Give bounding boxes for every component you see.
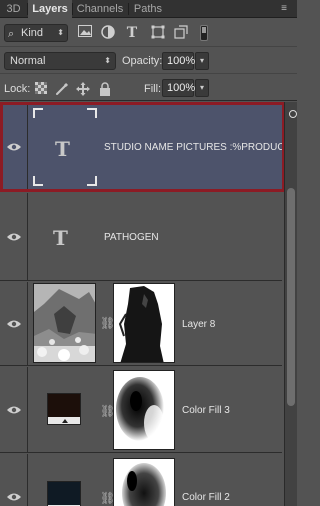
scrollbar-thumb[interactable] <box>287 188 295 406</box>
layer-name[interactable]: PATHOGEN <box>104 232 159 243</box>
layer-name[interactable]: Color Fill 3 <box>182 405 230 416</box>
updown-arrows-icon: ⬍ <box>57 28 64 37</box>
layers-scrollbar[interactable] <box>284 102 297 506</box>
eye-icon <box>7 320 21 328</box>
fill-label: Fill: <box>144 83 162 95</box>
smart-object-filter-icon[interactable] <box>173 25 189 41</box>
filter-toggle-switch[interactable] <box>200 25 208 41</box>
layer-mask-thumbnail[interactable] <box>113 370 175 450</box>
fill-dropdown-button[interactable]: ▾ <box>195 79 209 97</box>
lock-options-bar: Lock: Fill: 100% ▾ <box>0 75 297 101</box>
layer-row-studio-name[interactable]: T STUDIO NAME PICTURES :%PRODUC... <box>0 102 293 192</box>
layer-filter-bar: ⌕ Kind ⬍ T <box>0 19 297 47</box>
eye-icon <box>7 493 21 501</box>
blend-mode-select[interactable]: Normal ⬍ <box>4 52 116 70</box>
pixel-filter-icon[interactable] <box>77 25 93 41</box>
layers-list: T STUDIO NAME PICTURES :%PRODUC... T PAT… <box>0 102 293 506</box>
eye-icon <box>7 406 21 414</box>
lock-label: Lock: <box>4 83 31 95</box>
opacity-label: Opacity: <box>122 55 163 67</box>
opacity-dropdown-button[interactable]: ▾ <box>195 52 209 70</box>
search-icon: ⌕ <box>8 28 15 40</box>
layer-thumbnail[interactable] <box>33 283 96 363</box>
link-icon[interactable]: ⛓ <box>100 403 115 419</box>
layer-mask-thumbnail[interactable] <box>113 283 175 363</box>
panel-tab-bar: 3D Layers Channels Paths ≡ <box>0 0 297 18</box>
opacity-input[interactable]: 100% <box>162 52 195 70</box>
layers-panel: 3D Layers Channels Paths ≡ ⌕ Kind ⬍ T No… <box>0 0 297 506</box>
lock-position-icon[interactable] <box>76 82 90 96</box>
type-layer-icon: T <box>53 226 68 250</box>
eye-icon <box>7 143 21 151</box>
panel-menu-icon[interactable]: ≡ <box>277 2 291 16</box>
eye-icon <box>7 233 21 241</box>
visibility-toggle[interactable] <box>0 367 28 452</box>
layer-row-color-fill-3[interactable]: ⛓ Color Fill 3 <box>0 367 282 453</box>
adjustment-filter-icon[interactable] <box>100 25 116 41</box>
tab-layers[interactable]: Layers <box>28 0 72 18</box>
fill-input[interactable]: 100% <box>162 79 195 97</box>
blend-mode-value: Normal <box>10 55 46 67</box>
visibility-toggle[interactable] <box>0 102 28 191</box>
link-icon[interactable]: ⛓ <box>100 315 115 331</box>
visibility-toggle[interactable] <box>0 454 28 506</box>
filter-kind-select[interactable]: ⌕ Kind ⬍ <box>4 24 68 42</box>
shape-filter-icon[interactable] <box>150 25 166 41</box>
type-layer-icon: T <box>55 137 70 161</box>
fill-color-swatch[interactable] <box>47 393 81 425</box>
layer-name[interactable]: Layer 8 <box>182 319 215 330</box>
filter-kind-label: Kind <box>21 27 44 39</box>
visibility-toggle[interactable] <box>0 193 28 280</box>
cursor-icon <box>289 110 297 118</box>
layer-row-pathogen[interactable]: T PATHOGEN <box>0 193 282 281</box>
lock-image-pixels-icon[interactable] <box>55 82 69 96</box>
lock-all-icon[interactable] <box>98 82 112 96</box>
tab-paths[interactable]: Paths <box>129 0 167 18</box>
tab-3d[interactable]: 3D <box>0 0 27 18</box>
layer-mask-thumbnail[interactable] <box>113 458 175 506</box>
blend-options-bar: Normal ⬍ Opacity: 100% ▾ <box>0 48 297 74</box>
layer-row-color-fill-2[interactable]: ⛓ Color Fill 2 <box>0 454 282 506</box>
updown-arrows-icon: ⬍ <box>104 56 111 65</box>
layer-name[interactable]: STUDIO NAME PICTURES :%PRODUC... <box>104 142 293 153</box>
layer-thumbnail[interactable]: T <box>33 108 97 186</box>
tab-channels[interactable]: Channels <box>73 0 127 18</box>
link-icon[interactable]: ⛓ <box>100 490 115 506</box>
lock-transparent-pixels-icon[interactable] <box>34 82 48 96</box>
type-filter-icon[interactable]: T <box>124 25 140 41</box>
fill-color-swatch[interactable] <box>47 481 81 506</box>
layer-row-layer-8[interactable]: ⛓ Layer 8 <box>0 282 282 366</box>
layer-name[interactable]: Color Fill 2 <box>182 492 230 503</box>
visibility-toggle[interactable] <box>0 282 28 365</box>
